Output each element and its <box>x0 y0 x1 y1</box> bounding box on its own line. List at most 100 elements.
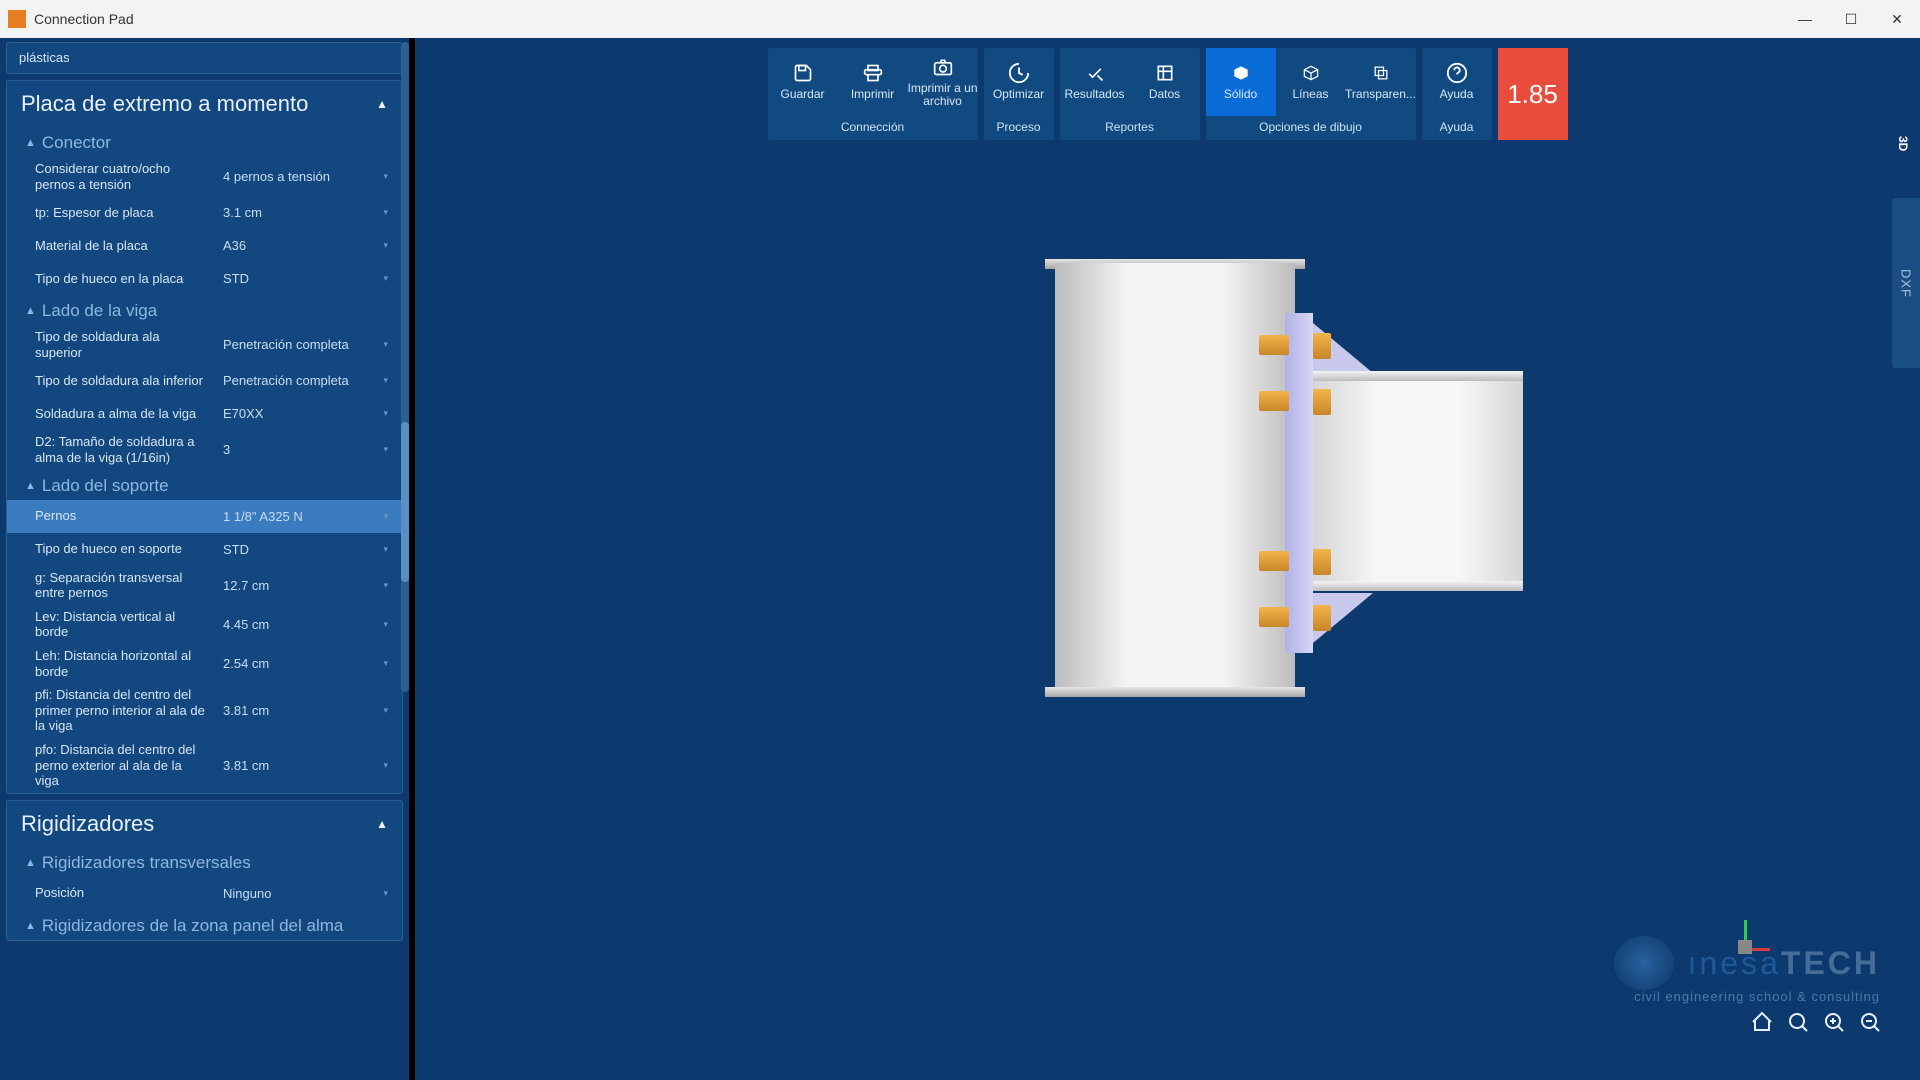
ribbon-guardar-button[interactable]: Guardar <box>768 48 838 116</box>
viewport-3d[interactable]: Guardar Imprimir Imprimir a un archivoConn… <box>415 38 1920 1080</box>
property-value[interactable]: 3.81 cm▾ <box>215 753 396 778</box>
property-value[interactable]: E70XX▾ <box>215 401 396 426</box>
property-row[interactable]: Tipo de soldadura ala superiorPenetració… <box>7 325 402 364</box>
property-value[interactable]: 4 pernos a tensión▾ <box>215 164 396 189</box>
chevron-down-icon: ▾ <box>383 240 388 251</box>
chevron-up-icon: ▲ <box>25 920 36 932</box>
ribbon-group: SólidoLíneasTransparen...Opciones de dib… <box>1206 48 1416 140</box>
subheader-lado-viga[interactable]: ▲ Lado de la viga <box>7 295 402 325</box>
chevron-down-icon: ▾ <box>383 339 388 350</box>
property-row[interactable]: D2: Tamaño de soldadura a alma de la vig… <box>7 430 402 469</box>
camera-icon <box>932 56 954 78</box>
property-label: Tipo de soldadura ala superior <box>35 329 215 360</box>
three-d-badge[interactable]: 3D <box>1888 136 1910 151</box>
chevron-down-icon: ▾ <box>383 888 388 899</box>
chevron-down-icon: ▾ <box>383 375 388 386</box>
property-value[interactable]: Ninguno▾ <box>215 881 396 906</box>
subheader-rigid-panel[interactable]: ▲ Rigidizadores de la zona panel del alm… <box>7 910 402 940</box>
brand-tagline: civil engineering school & consulting <box>1634 989 1880 1004</box>
ribbon-imprimir-a-un-archivo-button[interactable]: Imprimir a un archivo <box>908 48 978 116</box>
subheader-rigid-trans[interactable]: ▲ Rigidizadores transversales <box>7 847 402 877</box>
property-value[interactable]: 3.81 cm▾ <box>215 698 396 723</box>
view-toolbar <box>1750 1010 1882 1040</box>
property-value[interactable]: 4.45 cm▾ <box>215 612 396 637</box>
chevron-down-icon: ▾ <box>383 760 388 771</box>
property-row[interactable]: Lev: Distancia vertical al borde4.45 cm▾ <box>7 605 402 644</box>
property-row[interactable]: Leh: Distancia horizontal al borde2.54 c… <box>7 644 402 683</box>
property-row[interactable]: pfi: Distancia del centro del primer per… <box>7 683 402 738</box>
property-value[interactable]: 2.54 cm▾ <box>215 651 396 676</box>
chevron-down-icon: ▾ <box>383 705 388 716</box>
section-header-rigid[interactable]: Rigidizadores ▲ <box>7 801 402 847</box>
chevron-up-icon: ▲ <box>25 857 36 869</box>
scroll-thumb[interactable] <box>401 422 409 582</box>
ribbon-transparen--button[interactable]: Transparen... <box>1346 48 1416 116</box>
ribbon-group: Guardar Imprimir Imprimir a un archivoConn… <box>768 48 978 140</box>
property-value[interactable]: 3▾ <box>215 437 396 462</box>
property-value[interactable]: STD▾ <box>215 537 396 562</box>
ribbon-l-neas-button[interactable]: Líneas <box>1276 48 1346 116</box>
ribbon-ayuda-button[interactable]: Ayuda <box>1422 48 1492 116</box>
connection-model <box>1055 263 1535 703</box>
chevron-up-icon: ▲ <box>376 97 388 111</box>
property-value[interactable]: Penetración completa▾ <box>215 368 396 393</box>
ribbon-imprimir-button[interactable]: Imprimir <box>838 48 908 116</box>
titlebar: Connection Pad — ☐ ✕ <box>0 0 1920 38</box>
chevron-up-icon: ▲ <box>25 305 36 317</box>
ribbon-s-lido-button[interactable]: Sólido <box>1206 48 1276 116</box>
property-row[interactable]: g: Separación transversal entre pernos12… <box>7 566 402 605</box>
capacity-ratio-badge: 1.85 <box>1498 48 1568 140</box>
ribbon-datos-button[interactable]: Datos <box>1130 48 1200 116</box>
chevron-down-icon: ▾ <box>383 171 388 182</box>
ribbon-button-label: Imprimir <box>851 88 894 101</box>
property-row[interactable]: Tipo de hueco en la placaSTD▾ <box>7 262 402 295</box>
property-value[interactable]: 3.1 cm▾ <box>215 200 396 225</box>
property-value[interactable]: 12.7 cm▾ <box>215 573 396 598</box>
chevron-down-icon: ▾ <box>383 619 388 630</box>
maximize-button[interactable]: ☐ <box>1828 0 1874 38</box>
chevron-down-icon: ▾ <box>383 207 388 218</box>
property-row[interactable]: pfo: Distancia del centro del perno exte… <box>7 738 402 793</box>
property-row[interactable]: Tipo de hueco en soporteSTD▾ <box>7 533 402 566</box>
ribbon-group-label: Connección <box>768 116 978 140</box>
zoom-out-button[interactable] <box>1858 1010 1882 1040</box>
zoom-fit-button[interactable] <box>1786 1010 1810 1040</box>
property-row[interactable]: Material de la placaA36▾ <box>7 229 402 262</box>
home-view-button[interactable] <box>1750 1010 1774 1040</box>
property-row[interactable]: Soldadura a alma de la vigaE70XX▾ <box>7 397 402 430</box>
ribbon-button-label: Ayuda <box>1440 88 1474 101</box>
chevron-up-icon: ▲ <box>376 817 388 831</box>
ribbon-button-label: Transparen... <box>1345 88 1416 101</box>
section-header-placa[interactable]: Placa de extremo a momento ▲ <box>7 81 402 127</box>
chevron-down-icon: ▾ <box>383 511 388 522</box>
close-button[interactable]: ✕ <box>1874 0 1920 38</box>
zoom-in-button[interactable] <box>1822 1010 1846 1040</box>
solid-icon <box>1230 62 1252 84</box>
property-label: g: Separación transversal entre pernos <box>35 570 215 601</box>
sidebar-scrollbar[interactable] <box>401 42 409 692</box>
minimize-button[interactable]: — <box>1782 0 1828 38</box>
property-label: Tipo de soldadura ala inferior <box>35 373 215 389</box>
property-row[interactable]: Tipo de soldadura ala inferiorPenetració… <box>7 364 402 397</box>
ribbon-optimizar-button[interactable]: Optimizar <box>984 48 1054 116</box>
property-row[interactable]: PosiciónNinguno▾ <box>7 877 402 910</box>
subheader-conector[interactable]: ▲ Conector <box>7 127 402 157</box>
ribbon-resultados-button[interactable]: Resultados <box>1060 48 1130 116</box>
property-value[interactable]: A36▾ <box>215 233 396 258</box>
dxf-tab[interactable]: DXF <box>1892 198 1920 368</box>
property-row[interactable]: tp: Espesor de placa3.1 cm▾ <box>7 196 402 229</box>
print-icon <box>862 62 884 84</box>
property-row[interactable]: Pernos1 1/8" A325 N▾ <box>7 500 402 533</box>
section-rigidizadores: Rigidizadores ▲ ▲ Rigidizadores transver… <box>6 800 403 941</box>
ribbon-group: AyudaAyuda <box>1422 48 1492 140</box>
ribbon-group-label: Reportes <box>1060 116 1200 140</box>
brand-logo: ınesaTECH <box>1614 936 1880 990</box>
property-value[interactable]: STD▾ <box>215 266 396 291</box>
property-label: pfi: Distancia del centro del primer per… <box>35 687 215 734</box>
ribbon-group: ResultadosDatosReportes <box>1060 48 1200 140</box>
property-value[interactable]: Penetración completa▾ <box>215 332 396 357</box>
subheader-lado-soporte[interactable]: ▲ Lado del soporte <box>7 470 402 500</box>
ribbon-button-label: Guardar <box>780 88 824 101</box>
property-row[interactable]: Considerar cuatro/ocho pernos a tensión4… <box>7 157 402 196</box>
property-value[interactable]: 1 1/8" A325 N▾ <box>215 504 396 529</box>
